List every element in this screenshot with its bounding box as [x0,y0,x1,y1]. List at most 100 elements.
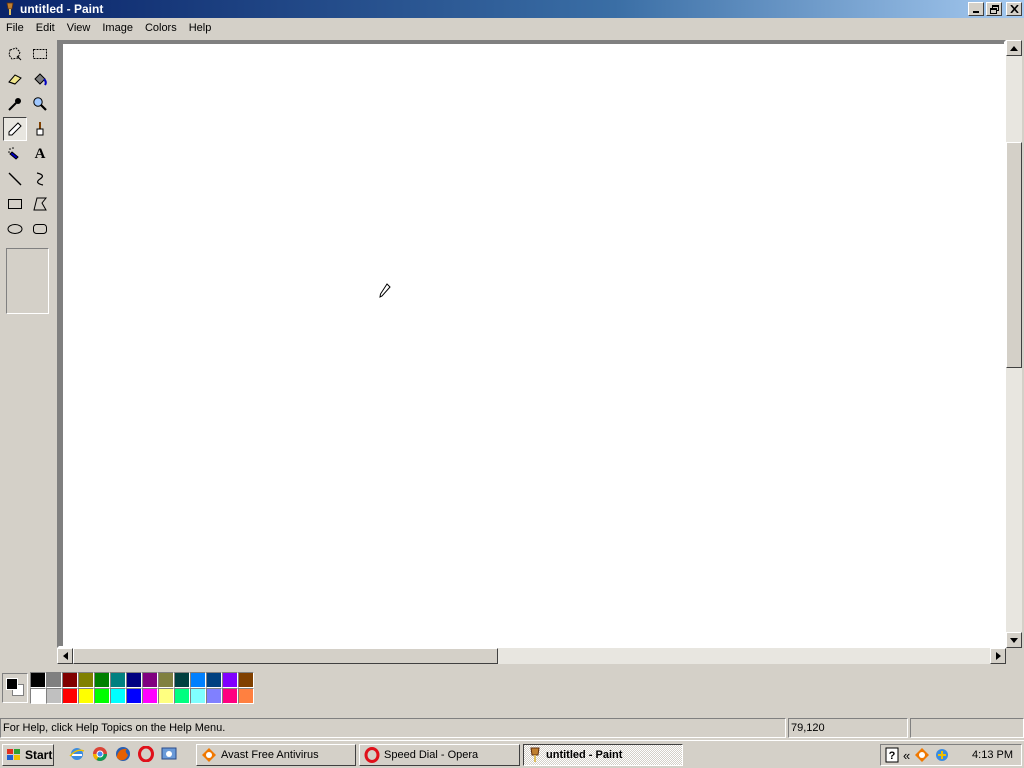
minimize-button[interactable] [968,2,984,16]
vertical-scroll-thumb[interactable] [1006,142,1022,368]
brush-tool[interactable] [28,117,52,141]
color-swatch[interactable] [78,688,94,704]
rectangle-select-icon [33,49,47,59]
menu-image[interactable]: Image [96,19,139,37]
color-swatch[interactable] [158,688,174,704]
arrow-right-icon [995,652,1001,660]
polygon-icon [33,197,48,211]
line-tool[interactable] [3,167,27,191]
tool-options-box[interactable] [6,248,49,314]
internet-explorer-icon[interactable] [68,745,86,763]
help-icon[interactable]: ? [885,747,899,763]
menu-file[interactable]: File [0,19,30,37]
fill-tool[interactable] [28,67,52,91]
menu-bar: File Edit View Image Colors Help [0,18,1024,38]
text-tool[interactable]: A [28,142,52,166]
network-tray-icon[interactable] [934,747,950,763]
ellipse-tool[interactable] [3,217,27,241]
opera-icon[interactable] [137,745,155,763]
color-swatch[interactable] [46,688,62,704]
color-swatch[interactable] [46,672,62,688]
canvas-area [57,40,1006,648]
close-button[interactable] [1006,2,1022,16]
firefox-icon[interactable] [114,745,132,763]
menu-help[interactable]: Help [183,19,218,37]
arrow-up-icon [1010,45,1018,51]
airbrush-tool[interactable] [3,142,27,166]
curve-tool[interactable] [28,167,52,191]
color-swatch[interactable] [174,672,190,688]
task-avast[interactable]: Avast Free Antivirus [196,744,356,766]
avast-tray-icon[interactable] [914,747,930,763]
chrome-icon[interactable] [91,745,109,763]
color-swatch[interactable] [30,688,46,704]
arrow-left-icon [62,652,68,660]
color-swatch[interactable] [238,672,254,688]
menu-colors[interactable]: Colors [139,19,183,37]
color-swatch[interactable] [206,688,222,704]
color-swatch[interactable] [30,672,46,688]
tray-expand-chevron[interactable]: « [903,748,910,763]
pencil-icon [8,122,22,136]
paint-app-icon[interactable] [3,2,17,16]
color-swatch[interactable] [190,688,206,704]
clock[interactable]: 4:13 PM [972,749,1013,761]
color-swatch[interactable] [222,688,238,704]
color-swatch[interactable] [94,672,110,688]
scroll-down-button[interactable] [1006,632,1022,648]
start-label: Start [25,748,53,762]
rectangle-icon [8,199,22,209]
color-swatch[interactable] [206,672,222,688]
opera-icon [364,747,380,763]
rounded-rectangle-tool[interactable] [28,217,52,241]
color-swatch[interactable] [238,688,254,704]
menu-view[interactable]: View [61,19,97,37]
brush-icon [36,122,44,136]
color-swatch[interactable] [174,688,190,704]
pick-color-tool[interactable] [3,92,27,116]
polygon-tool[interactable] [28,192,52,216]
color-swatch[interactable] [126,688,142,704]
color-swatch[interactable] [94,688,110,704]
color-swatch[interactable] [190,672,206,688]
task-opera[interactable]: Speed Dial - Opera [359,744,520,766]
color-swatch[interactable] [110,672,126,688]
rectangle-tool[interactable] [3,192,27,216]
window-title: untitled - Paint [20,2,104,16]
magnifier-tool[interactable] [28,92,52,116]
status-help-text: For Help, click Help Topics on the Help … [0,718,786,738]
paint-bucket-icon [34,73,47,86]
airbrush-icon [8,147,19,160]
pencil-cursor-icon [379,283,391,298]
avast-icon [202,748,216,762]
color-swatch[interactable] [62,688,78,704]
horizontal-scrollbar[interactable] [57,648,1006,664]
color-swatch[interactable] [78,672,94,688]
color-swatch[interactable] [62,672,78,688]
show-desktop-icon[interactable] [160,745,178,763]
menu-edit[interactable]: Edit [30,19,61,37]
color-box [0,669,1024,713]
color-swatch[interactable] [126,672,142,688]
eraser-tool[interactable] [3,67,27,91]
start-button[interactable]: Start [2,744,54,766]
scroll-left-button[interactable] [57,648,73,664]
select-tool[interactable] [28,42,52,66]
rounded-rectangle-icon [33,224,47,234]
scroll-up-button[interactable] [1006,40,1022,56]
pencil-tool[interactable] [3,117,27,141]
current-colors[interactable] [2,673,28,703]
color-swatch[interactable] [142,688,158,704]
task-paint[interactable]: untitled - Paint [523,744,683,766]
color-swatch[interactable] [110,688,126,704]
color-swatch[interactable] [222,672,238,688]
restore-button[interactable] [986,2,1002,16]
free-form-select-tool[interactable] [3,42,27,66]
color-swatch[interactable] [158,672,174,688]
vertical-scrollbar[interactable] [1006,40,1022,648]
scroll-right-button[interactable] [990,648,1006,664]
drawing-canvas[interactable] [63,44,1004,648]
foreground-color [6,678,18,690]
color-swatch[interactable] [142,672,158,688]
horizontal-scroll-thumb[interactable] [73,648,498,664]
